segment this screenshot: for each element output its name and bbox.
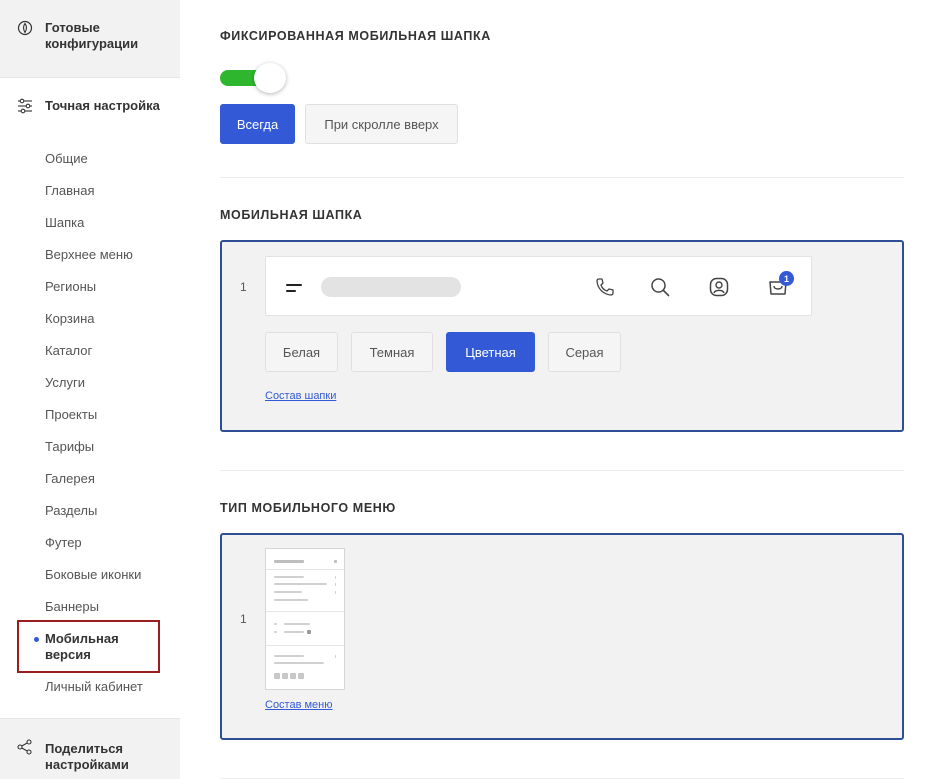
- divider: [220, 177, 904, 178]
- toggle-knob: [254, 63, 286, 93]
- cart-count-badge: 1: [779, 271, 794, 286]
- sidebar-item-account[interactable]: Личный кабинет: [45, 679, 143, 695]
- header-preview: 1: [265, 256, 812, 316]
- variant-number: 1: [240, 612, 247, 626]
- active-dot: [34, 637, 39, 642]
- ready-configs-label: Готовые конфигурации: [45, 20, 139, 51]
- variant-number: 1: [240, 280, 247, 294]
- style-colored-button[interactable]: Цветная: [446, 332, 535, 372]
- mobile-menu-title: ТИП МОБИЛЬНОГО МЕНЮ: [220, 501, 396, 515]
- sidebar-item-sections[interactable]: Разделы: [45, 503, 97, 519]
- always-button[interactable]: Всегда: [220, 104, 295, 144]
- sidebar-item-tariffs[interactable]: Тарифы: [45, 439, 94, 455]
- fixed-header-title: ФИКСИРОВАННАЯ МОБИЛЬНАЯ ШАПКА: [220, 29, 491, 43]
- mobile-header-title: МОБИЛЬНАЯ ШАПКА: [220, 208, 363, 222]
- menu-composition-link[interactable]: Состав меню: [265, 699, 333, 711]
- sidebar-item-general[interactable]: Общие: [45, 151, 88, 167]
- sidebar-item-cart[interactable]: Корзина: [45, 311, 95, 327]
- mobile-header-panel[interactable]: 1 1 Белая Темная Цветная Серая Состав ша…: [220, 240, 904, 432]
- search-icon: [651, 278, 670, 297]
- fixed-header-toggle[interactable]: [220, 63, 286, 93]
- sidebar-item-side-icons[interactable]: Боковые иконки: [45, 567, 141, 583]
- palette-icon: [17, 20, 33, 36]
- menu-type-thumbnail[interactable]: [265, 548, 345, 690]
- sidebar-item-projects[interactable]: Проекты: [45, 407, 97, 423]
- sidebar-item-top-menu[interactable]: Верхнее меню: [45, 247, 133, 263]
- sidebar-item-regions[interactable]: Регионы: [45, 279, 96, 295]
- sidebar-item-home[interactable]: Главная: [45, 183, 94, 199]
- sidebar-item-mobile-label: Мобильная версия: [45, 631, 119, 662]
- share-settings-block[interactable]: Поделиться настройками: [0, 718, 180, 779]
- share-icon: [17, 739, 32, 755]
- share-settings-label: Поделиться настройками: [45, 741, 129, 772]
- style-dark-button[interactable]: Темная: [351, 332, 433, 372]
- sidebar: Готовые конфигурации Точная настройка Об…: [0, 0, 180, 779]
- sidebar-item-footer[interactable]: Футер: [45, 535, 82, 551]
- phone-icon: [596, 278, 614, 296]
- sidebar-item-header[interactable]: Шапка: [45, 215, 84, 231]
- sidebar-item-services[interactable]: Услуги: [45, 375, 85, 391]
- header-composition-link[interactable]: Состав шапки: [265, 390, 336, 402]
- sidebar-item-mobile-version[interactable]: Мобильная версия: [17, 620, 160, 673]
- on-scroll-up-button[interactable]: При скролле вверх: [305, 104, 458, 144]
- fine-tune-label: Точная настройка: [45, 98, 160, 113]
- style-white-button[interactable]: Белая: [265, 332, 338, 372]
- logo-placeholder: [321, 277, 461, 297]
- mobile-menu-panel[interactable]: 1 Состав меню: [220, 533, 904, 740]
- sliders-icon: [18, 98, 32, 114]
- burger-icon: [286, 284, 302, 292]
- sidebar-item-gallery[interactable]: Галерея: [45, 471, 95, 487]
- user-icon: [709, 277, 729, 297]
- sidebar-item-banners[interactable]: Баннеры: [45, 599, 99, 615]
- style-gray-button[interactable]: Серая: [548, 332, 621, 372]
- sidebar-item-catalog[interactable]: Каталог: [45, 343, 92, 359]
- ready-configs-block[interactable]: Готовые конфигурации: [0, 0, 180, 78]
- divider: [220, 470, 904, 471]
